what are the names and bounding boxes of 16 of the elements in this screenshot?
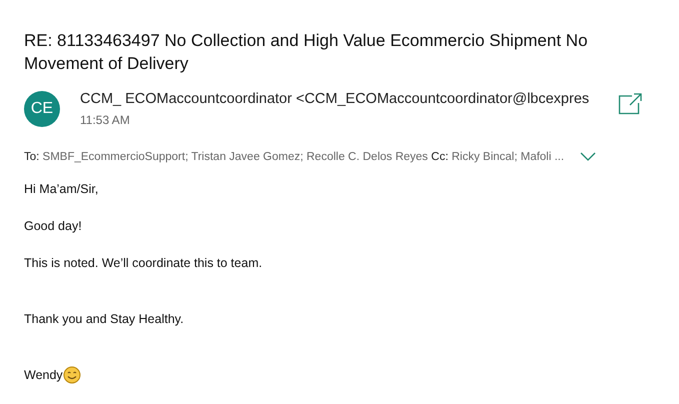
- to-label: To:: [24, 151, 40, 163]
- sender-name: CCM_ ECOMaccountcoordinator <CCM_ECOMaccountcoordinator@lbcexpres: [80, 91, 590, 107]
- chevron-icon[interactable]: [580, 152, 596, 162]
- body-text: Thank you and Stay Healthy.: [24, 312, 184, 326]
- cc-label: Cc:: [431, 151, 448, 163]
- to-recipients[interactable]: SMBF_EcommercioSupport; Tristan Javee Gomez; Recolle C. Delos Reyes: [42, 151, 428, 163]
- email-subject: RE: 81133463497 No Collection and High Value Ecommercio Shipment No Movement of Delivery: [24, 30, 589, 75]
- body-text: Wendy: [24, 368, 63, 382]
- body-text: Hi Ma’am/Sir,: [24, 182, 98, 196]
- sender-avatar: CE: [24, 91, 60, 127]
- pop-out-icon[interactable]: [618, 93, 642, 115]
- sent-time: 11:53 AM: [80, 113, 130, 127]
- smiley-icon: [62, 366, 81, 384]
- body-text: This is noted. We’ll coordinate this to team.: [24, 256, 262, 270]
- cc-recipients[interactable]: Ricky Bincal; Mafoli ...: [452, 151, 564, 163]
- body-text: Good day!: [24, 219, 82, 233]
